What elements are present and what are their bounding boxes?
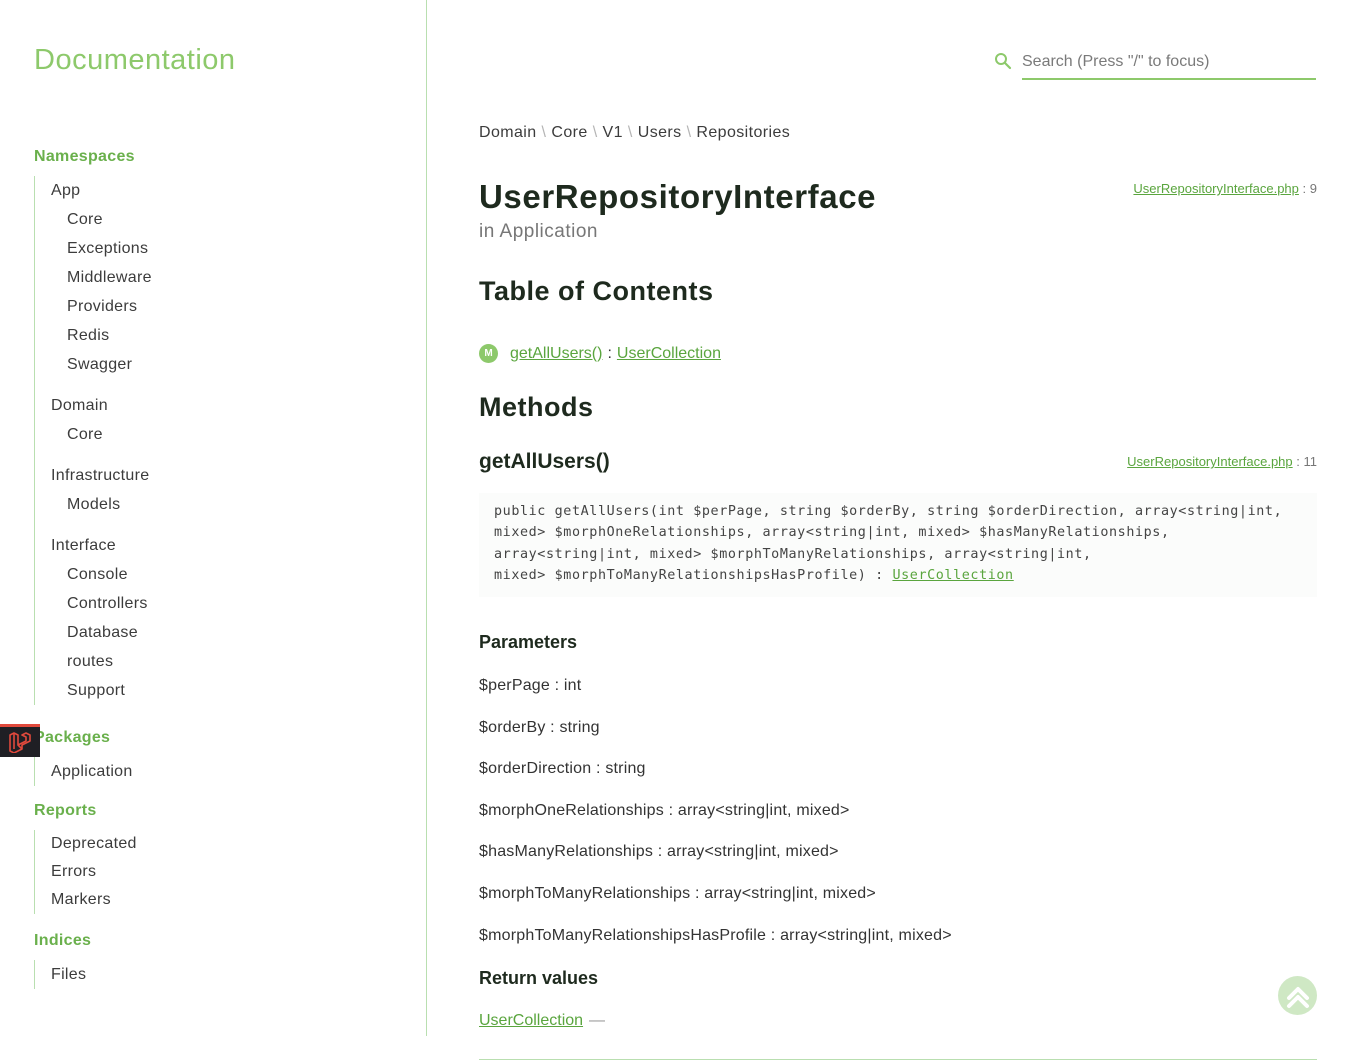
method-badge: M [479,344,498,363]
parameter-item: $perPage : int [479,677,582,694]
toc-title: Table of Contents [479,276,714,306]
nav-item-app-core[interactable]: Core [51,205,394,234]
page-subtitle: in Application [479,221,598,242]
nav-group-namespaces: App Core Exceptions Middleware Providers… [34,176,394,705]
section-divider [479,1059,1317,1060]
nav-section-reports: Reports Deprecated Errors Markers [34,800,394,914]
nav-item-markers[interactable]: Markers [51,886,394,914]
chevron-up-icon [1286,986,1309,1008]
signature-line: mixed> $morphToManyRelationshipsHasProfi… [494,565,1302,586]
breadcrumb: Domain \ Core \ V1 \ Users \ Repositories [479,124,790,142]
signature-line: mixed> $morphOneRelationships, array<str… [494,525,1170,541]
parameter-item: $orderDirection : string [479,760,646,777]
brand-title[interactable]: Documentation [34,44,236,77]
method-file-line: : 11 [1296,454,1317,469]
nav-item-domain-core[interactable]: Core [51,420,394,449]
breadcrumb-item-domain[interactable]: Domain [479,124,537,141]
methods-title: Methods [479,392,594,422]
nav-heading-packages[interactable]: Packages [34,727,394,757]
parameter-item: $morphToManyRelationships : array<string… [479,885,876,902]
nav-item-app-middleware[interactable]: Middleware [51,263,394,292]
nav-item-interface-support[interactable]: Support [51,676,394,705]
laravel-logo-icon [9,732,31,753]
laravel-debugbar-toggle[interactable] [0,724,40,757]
signature-line: public getAllUsers(int $perPage, string … [494,504,1283,519]
nav-item-app-redis[interactable]: Redis [51,321,394,350]
class-file-line: : 9 [1302,181,1317,196]
parameter-item: $hasManyRelationships : array<string|int… [479,843,839,860]
breadcrumb-separator: \ [627,124,633,141]
nav-heading-namespaces[interactable]: Namespaces [34,146,394,176]
nav-item-app-swagger[interactable]: Swagger [51,350,394,379]
nav-section-packages: Packages Application [34,727,394,786]
nav-group-reports: Deprecated Errors Markers [34,830,394,914]
method-file-link[interactable]: UserRepositoryInterface.php [1127,454,1292,469]
method-title: getAllUsers() [479,450,610,473]
breadcrumb-item-users[interactable]: Users [638,124,682,141]
return-value: UserCollection — [479,1012,605,1030]
back-to-top-button[interactable] [1278,976,1317,1015]
toc-method-link[interactable]: getAllUsers() [510,345,602,363]
search-icon [995,53,1012,70]
search-bar [994,46,1316,80]
parameter-item: $morphToManyRelationshipsHasProfile : ar… [479,927,952,944]
nav-item-app-exceptions[interactable]: Exceptions [51,234,394,263]
nav-item-application[interactable]: Application [51,757,394,786]
class-file-link[interactable]: UserRepositoryInterface.php [1133,181,1298,196]
method-file-reference: UserRepositoryInterface.php : 11 [1127,454,1317,469]
nav-item-domain[interactable]: Domain [51,391,394,420]
breadcrumb-separator: \ [686,124,692,141]
toc-item: M getAllUsers() : UserCollection [479,344,721,363]
search-input[interactable] [1022,46,1316,80]
nav-heading-reports[interactable]: Reports [34,800,394,830]
nav-item-app-providers[interactable]: Providers [51,292,394,321]
page-title: UserRepositoryInterface [479,178,877,215]
class-file-reference: UserRepositoryInterface.php : 9 [1133,181,1317,196]
toc-return-type-link[interactable]: UserCollection [617,345,721,363]
breadcrumb-separator: \ [592,124,598,141]
nav-group-indices: Files [34,960,394,989]
return-values-title: Return values [479,968,599,988]
parameter-item: $orderBy : string [479,719,600,736]
signature-return-type-link[interactable]: UserCollection [892,568,1013,583]
parameters-title: Parameters [479,632,578,652]
nav-item-interface-database[interactable]: Database [51,618,394,647]
nav-item-interface[interactable]: Interface [51,531,394,560]
nav-item-infrastructure[interactable]: Infrastructure [51,461,394,490]
nav-item-deprecated[interactable]: Deprecated [51,830,394,858]
nav-group-packages: Application [34,757,394,786]
method-signature: public getAllUsers(int $perPage, string … [479,493,1317,597]
signature-line: array<string|int, mixed> $morphToManyRel… [494,546,1092,562]
sidebar: Documentation Namespaces App Core Except… [0,0,427,1036]
nav-item-files[interactable]: Files [51,960,394,989]
nav-item-app[interactable]: App [51,176,394,205]
nav-item-interface-controllers[interactable]: Controllers [51,589,394,618]
nav-section-namespaces: Namespaces App Core Exceptions Middlewar… [34,146,394,705]
return-dash: — [589,1012,606,1029]
parameter-item: $morphOneRelationships : array<string|in… [479,802,850,819]
breadcrumb-item-repositories[interactable]: Repositories [696,124,790,141]
nav-item-errors[interactable]: Errors [51,858,394,886]
nav-item-interface-console[interactable]: Console [51,560,394,589]
return-type-link[interactable]: UserCollection [479,1012,583,1029]
nav-section-indices: Indices Files [34,930,394,989]
toc-colon: : [607,344,612,362]
signature-line-text: mixed> $morphToManyRelationshipsHasProfi… [494,567,893,583]
breadcrumb-separator: \ [541,124,547,141]
nav-heading-indices[interactable]: Indices [34,930,394,960]
breadcrumb-item-v1[interactable]: V1 [603,124,623,141]
nav-item-infrastructure-models[interactable]: Models [51,490,394,519]
breadcrumb-item-core[interactable]: Core [551,124,587,141]
nav-item-interface-routes[interactable]: routes [51,647,394,676]
sidebar-nav: Namespaces App Core Exceptions Middlewar… [34,146,394,999]
